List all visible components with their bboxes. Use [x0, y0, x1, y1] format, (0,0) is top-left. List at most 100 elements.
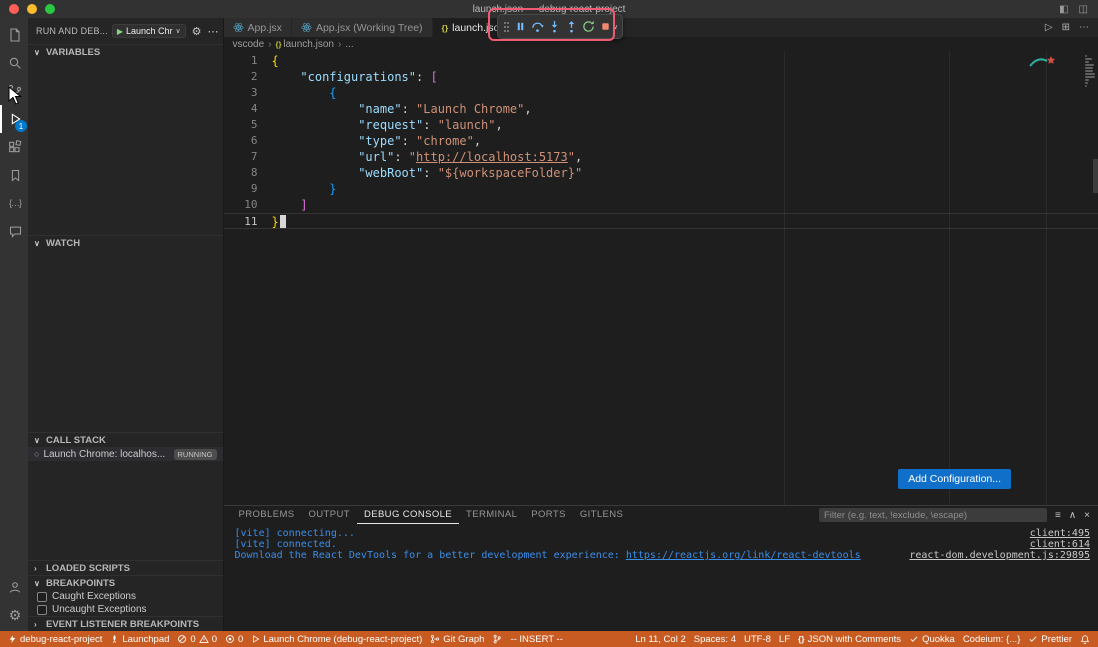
step-out-button[interactable]: [564, 17, 579, 37]
status-debug-session[interactable]: Launch Chrome (debug-react-project): [247, 631, 426, 647]
status-codeium[interactable]: Codeium: {...}: [959, 631, 1025, 647]
section-event-listener-breakpoints[interactable]: › EVENT LISTENER BREAKPOINTS: [28, 616, 223, 631]
status-indentation[interactable]: Spaces: 4: [690, 631, 740, 647]
status-quokka[interactable]: Quokka: [905, 631, 959, 647]
views-more-actions-icon[interactable]: ⋯: [208, 25, 219, 38]
code-line[interactable]: 8 "webRoot": "${workspaceFolder}": [224, 165, 1098, 181]
maximize-panel-icon[interactable]: ∧: [1069, 510, 1076, 521]
editor-scrollbar[interactable]: [1093, 159, 1098, 193]
tab-app-jsx-working-tree[interactable]: App.jsx (Working Tree): [292, 18, 433, 37]
open-launch-json-gear-icon[interactable]: ⚙: [192, 25, 202, 38]
status-notifications[interactable]: [1076, 631, 1094, 647]
checkbox-unchecked[interactable]: [37, 592, 47, 602]
code-line[interactable]: 1{: [224, 53, 1098, 69]
console-source-link[interactable]: client:614: [1030, 539, 1090, 550]
restart-button[interactable]: [581, 17, 596, 37]
line-number[interactable]: 11: [224, 214, 258, 228]
breakpoint-uncaught-exceptions[interactable]: Uncaught Exceptions: [28, 603, 223, 616]
pause-button[interactable]: [513, 17, 528, 37]
customize-layout-icon[interactable]: ◫: [1079, 4, 1088, 15]
stop-dropdown-chevron-icon[interactable]: ∨: [613, 23, 618, 31]
code-line[interactable]: 4 "name": "Launch Chrome",: [224, 101, 1098, 117]
console-url-link[interactable]: https://reactjs.org/link/react-devtools: [626, 550, 861, 561]
code-line[interactable]: 11}: [224, 213, 1098, 229]
minimize-window-button[interactable]: [27, 4, 37, 14]
output-view-icon[interactable]: ≡: [1055, 510, 1061, 521]
status-problems[interactable]: 0 0: [173, 631, 221, 647]
settings-gear-icon[interactable]: ⚙: [0, 601, 28, 629]
section-variables[interactable]: ∨ VARIABLES: [28, 44, 223, 59]
step-into-button[interactable]: [547, 17, 562, 37]
explorer-icon[interactable]: [0, 21, 28, 49]
panel-tab-problems[interactable]: PROBLEMS: [232, 506, 302, 524]
source-control-icon[interactable]: [0, 77, 28, 105]
line-number[interactable]: 9: [224, 181, 258, 197]
toggle-panel-icon[interactable]: ◧: [1059, 4, 1068, 15]
minimap[interactable]: [1085, 55, 1095, 87]
breadcrumb-item[interactable]: vscode: [233, 39, 265, 50]
start-debug-icon[interactable]: ▶: [117, 27, 123, 36]
status-vim-mode[interactable]: -- INSERT --: [506, 631, 566, 647]
status-project[interactable]: debug-react-project: [4, 631, 106, 647]
status-launchpad[interactable]: Launchpad: [106, 631, 173, 647]
console-source-link[interactable]: react-dom.development.js:29895: [909, 550, 1090, 561]
editor[interactable]: 1{2 "configurations": [3 {4 "name": "Lau…: [224, 51, 1098, 505]
close-window-button[interactable]: [9, 4, 19, 14]
launch-config-select[interactable]: ▶ Launch Chr ∨: [112, 24, 186, 38]
zoom-window-button[interactable]: [45, 4, 55, 14]
tab-app-jsx[interactable]: App.jsx: [224, 18, 292, 37]
close-panel-icon[interactable]: ×: [1084, 510, 1090, 521]
code-line[interactable]: 5 "request": "launch",: [224, 117, 1098, 133]
console-source-link[interactable]: client:495: [1030, 528, 1090, 539]
chat-icon[interactable]: [0, 217, 28, 245]
status-language-mode[interactable]: {} JSON with Comments: [794, 631, 905, 647]
extensions-icon[interactable]: [0, 133, 28, 161]
split-editor-icon[interactable]: ⊞: [1062, 22, 1070, 33]
account-icon[interactable]: [0, 573, 28, 601]
line-number[interactable]: 6: [224, 133, 258, 149]
search-icon[interactable]: [0, 49, 28, 77]
section-watch[interactable]: ∨ WATCH: [28, 235, 223, 250]
breadcrumb-item[interactable]: ...: [345, 39, 353, 50]
section-breakpoints[interactable]: ∨ BREAKPOINTS: [28, 575, 223, 590]
panel-tab-gitlens[interactable]: GITLENS: [573, 506, 630, 524]
section-loaded-scripts[interactable]: › LOADED SCRIPTS: [28, 560, 223, 575]
run-file-icon[interactable]: ▷: [1045, 22, 1053, 33]
code-line[interactable]: 6 "type": "chrome",: [224, 133, 1098, 149]
panel-tab-terminal[interactable]: TERMINAL: [459, 506, 524, 524]
status-git-graph[interactable]: Git Graph: [426, 631, 488, 647]
console-filter-input[interactable]: [819, 508, 1047, 522]
line-number[interactable]: 3: [224, 85, 258, 101]
line-number[interactable]: 5: [224, 117, 258, 133]
bookmarks-icon[interactable]: [0, 161, 28, 189]
code-line[interactable]: 3 {: [224, 85, 1098, 101]
stop-button[interactable]: [598, 17, 613, 37]
toolbar-grip-icon[interactable]: [502, 17, 511, 37]
editor-more-actions-icon[interactable]: ⋯: [1079, 22, 1089, 33]
panel-tab-output[interactable]: OUTPUT: [302, 506, 357, 524]
code-line[interactable]: 10 ]: [224, 197, 1098, 213]
call-stack-session-row[interactable]: ○ Launch Chrome: localhos... RUNNING: [28, 447, 223, 461]
panel-tab-ports[interactable]: PORTS: [524, 506, 573, 524]
section-call-stack[interactable]: ∨ CALL STACK: [28, 432, 223, 447]
status-cursor-position[interactable]: Ln 11, Col 2: [631, 631, 690, 647]
line-number[interactable]: 10: [224, 197, 258, 213]
status-git-branch[interactable]: [488, 631, 506, 647]
run-and-debug-icon[interactable]: 1: [0, 105, 28, 133]
line-number[interactable]: 4: [224, 101, 258, 117]
debug-toolbar[interactable]: ∨: [497, 14, 623, 39]
status-prettier[interactable]: Prettier: [1024, 631, 1076, 647]
status-encoding[interactable]: UTF-8: [740, 631, 775, 647]
line-number[interactable]: 8: [224, 165, 258, 181]
code-line[interactable]: 2 "configurations": [: [224, 69, 1098, 85]
line-number[interactable]: 1: [224, 53, 258, 69]
snippets-icon[interactable]: {…}: [0, 189, 28, 217]
code-line[interactable]: 7 "url": "http://localhost:5173",: [224, 149, 1098, 165]
line-number[interactable]: 7: [224, 149, 258, 165]
breakpoint-caught-exceptions[interactable]: Caught Exceptions: [28, 590, 223, 603]
status-eol[interactable]: LF: [775, 631, 794, 647]
status-extra-counter[interactable]: 0: [221, 631, 247, 647]
line-number[interactable]: 2: [224, 69, 258, 85]
checkbox-unchecked[interactable]: [37, 605, 47, 615]
code-line[interactable]: 9 }: [224, 181, 1098, 197]
